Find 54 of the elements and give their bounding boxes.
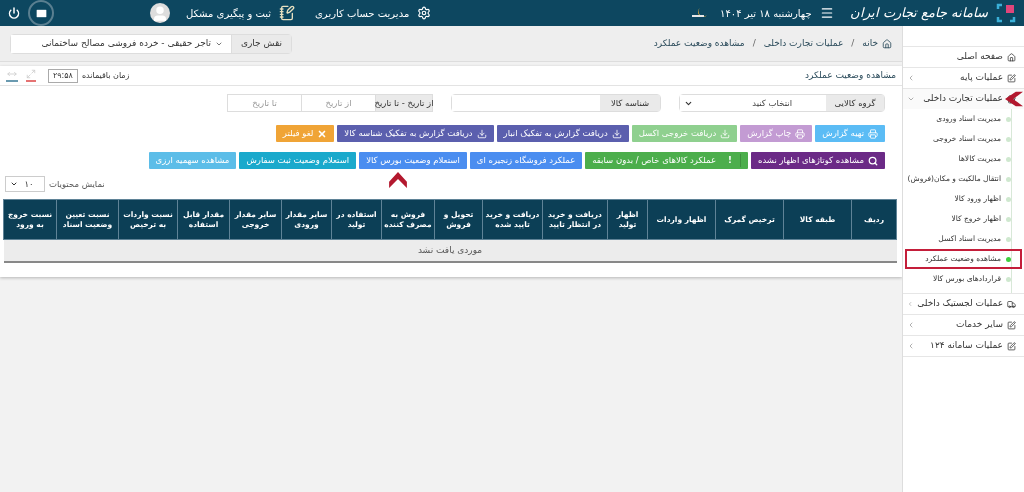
settings-icon[interactable] — [417, 6, 432, 20]
download-icon — [720, 128, 731, 139]
annotation-arrow-icon — [1005, 91, 1023, 107]
annotation-arrow-icon — [389, 172, 408, 188]
edit-icon — [1007, 320, 1016, 330]
resize-icon[interactable] — [6, 69, 18, 82]
home-icon — [882, 38, 892, 49]
mail-icon — [34, 6, 48, 20]
sidebar-item[interactable]: عملیات لجستیک داخلی — [903, 294, 1024, 314]
power-icon[interactable] — [8, 7, 20, 19]
toolbar-button[interactable]: دریافت گزارش به تفکیک انبار — [496, 125, 629, 142]
timer-value: ۲۹:۵۸ — [48, 68, 78, 83]
filter-label: از تاریخ - تا تاریخ — [375, 94, 433, 112]
close-icon — [317, 128, 328, 139]
panel-title: مشاهده وضعیت عملکرد — [805, 68, 896, 82]
menu-icon[interactable] — [819, 6, 834, 20]
date-text: چهارشنبه ۱۸ تیر ۱۴۰۴ — [720, 6, 812, 21]
breadcrumb-separator: / — [850, 36, 856, 50]
fullscreen-icon[interactable] — [26, 69, 36, 82]
person-icon — [151, 5, 169, 23]
breadcrumb-current: مشاهده وضعیت عملکرد — [653, 36, 745, 50]
download-icon — [476, 128, 487, 139]
support-link[interactable]: ثبت و پیگیری مشکل — [186, 5, 272, 21]
breadcrumb-link[interactable]: خانه — [862, 36, 878, 51]
toolbar-button[interactable]: مشاهده کوتاژهای اظهار نشده — [750, 152, 885, 169]
toolbar-button[interactable]: دریافت گزارش به تفکیک شناسه کالا — [337, 125, 494, 142]
search-icon — [868, 155, 878, 166]
page-size-select[interactable]: ۱۰ — [5, 176, 45, 192]
edit-icon — [1007, 73, 1016, 83]
logo-text: سامانه جامع تجارت ایران — [849, 4, 988, 23]
timer-label: زمان باقیمانده — [81, 69, 130, 82]
page-size-label: نمایش محتویات — [49, 177, 105, 191]
download-icon — [611, 128, 622, 139]
sidebar-item[interactable]: عملیات پایه — [903, 68, 1024, 88]
sidebar-item[interactable]: عملیات سامانه ۱۲۴ — [903, 336, 1024, 356]
sidebar-item[interactable]: عملیات تجارت داخلی — [903, 89, 1024, 109]
sidebar-item[interactable]: سایر خدمات — [903, 315, 1024, 335]
print-icon — [795, 128, 806, 139]
truck-icon — [1007, 299, 1016, 309]
empty-message: موردی یافت نشد — [417, 244, 483, 255]
home-icon — [1007, 52, 1016, 62]
avatar-icon[interactable] — [150, 3, 170, 23]
logo-icon — [996, 3, 1016, 23]
breadcrumb-link[interactable]: عملیات تجارت داخلی — [763, 36, 844, 51]
chevron-icon — [10, 180, 18, 188]
sidebar-item[interactable]: صفحه اصلی — [903, 47, 1024, 67]
account-link[interactable]: مدیریت حساب کاربری — [315, 5, 410, 21]
date-to-field[interactable]: تا تاریخ — [227, 94, 301, 112]
notepad-icon[interactable] — [279, 5, 296, 21]
date-from-field[interactable]: از تاریخ — [301, 94, 375, 112]
alert-badge: ! — [720, 154, 741, 167]
breadcrumb-separator: / — [751, 36, 757, 50]
edit-icon — [1007, 341, 1016, 351]
print-icon — [868, 128, 878, 139]
